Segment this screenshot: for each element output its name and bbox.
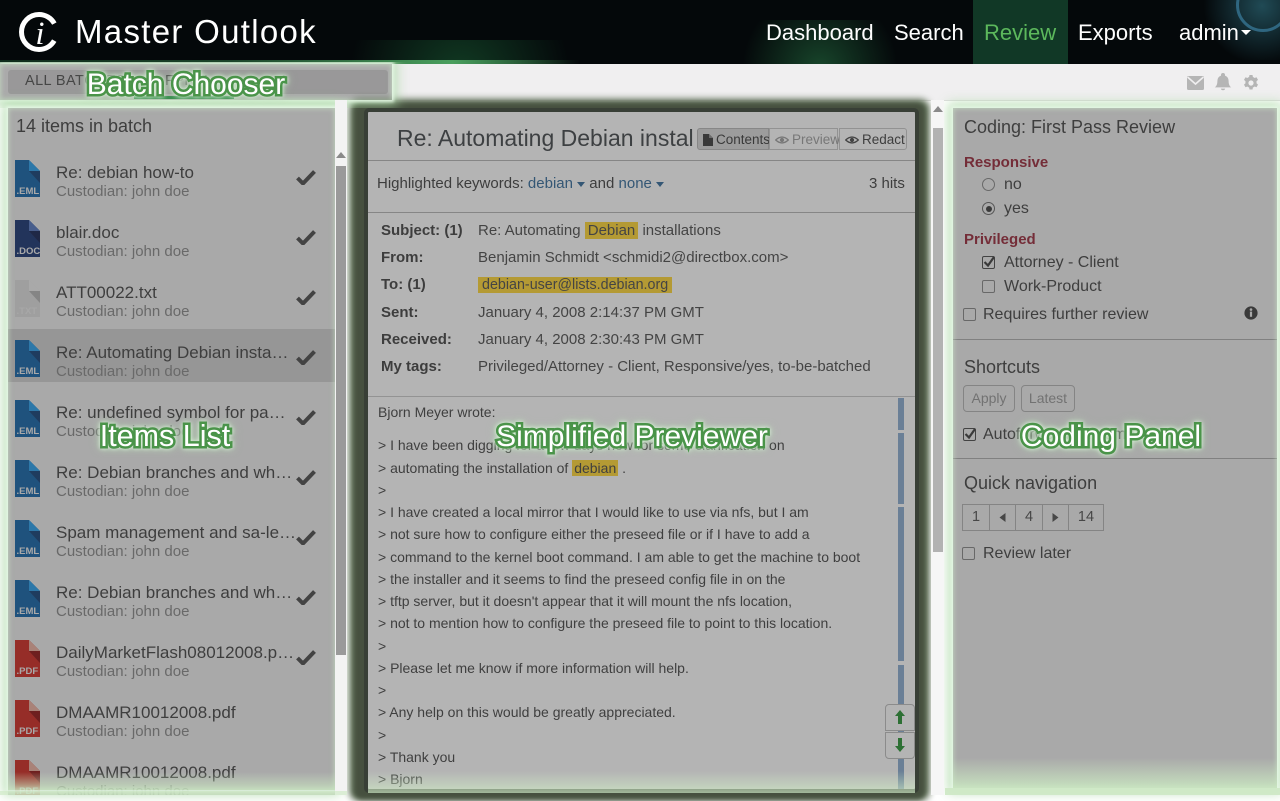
svg-text:Simplified Previewer: Simplified Previewer [496, 420, 768, 453]
svg-text:Coding Panel: Coding Panel [1021, 420, 1201, 453]
svg-text:Items List: Items List [100, 419, 231, 453]
svg-text:Batch Chooser: Batch Chooser [87, 68, 285, 101]
